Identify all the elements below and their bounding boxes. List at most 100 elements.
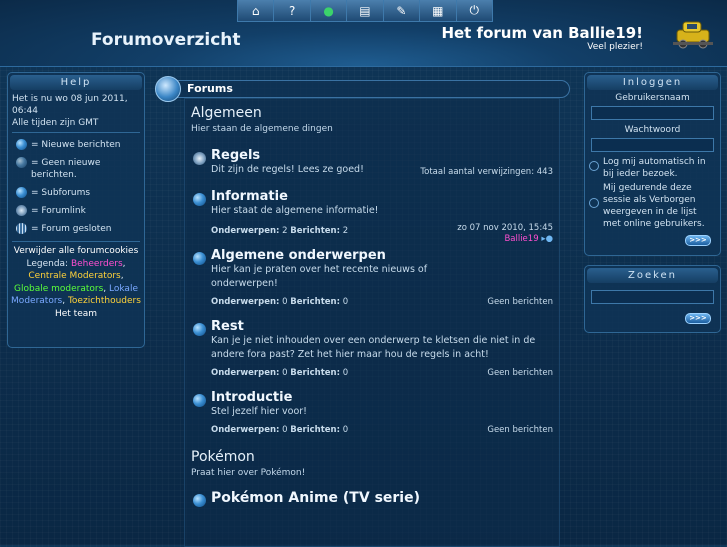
no-new-posts-icon	[16, 157, 27, 168]
profile-icon[interactable]: ▦	[420, 0, 457, 21]
group-global-mods[interactable]: Globale moderators	[14, 284, 103, 294]
last-post-none: Geen berichten	[487, 368, 553, 378]
search-icon[interactable]: ✎	[383, 0, 421, 21]
top-navbar: ⌂ ? ● ▤ ✎ ▦ ⏻	[237, 0, 493, 22]
posts-count: 2	[342, 226, 349, 236]
password-label: Wachtwoord	[624, 125, 681, 135]
topics-label: Onderwerpen:	[211, 425, 280, 435]
login-panel: Inloggen Gebruikersnaam Wachtwoord Log m…	[584, 72, 721, 256]
username-label: Gebruikersnaam	[615, 93, 690, 103]
page-title: Forumoverzicht	[91, 30, 241, 50]
help-panel: Help Het is nu wo 08 jun 2011, 06:44 All…	[7, 72, 145, 348]
subforums-icon	[193, 494, 206, 507]
posts-label: Berichten:	[290, 297, 340, 307]
forum-row: Regels Dit zijn de regels! Lees ze goed!…	[185, 148, 559, 177]
last-post-author[interactable]: Ballie19	[504, 234, 538, 244]
forums-label: Forums	[187, 82, 233, 95]
redirect-count: Totaal aantal verwijzingen: 443	[420, 167, 553, 177]
divider	[12, 241, 140, 242]
topics-count: 0	[282, 425, 288, 435]
legend-label: = Forum gesloten	[31, 224, 112, 234]
category-desc: Hier staan de algemene dingen	[191, 124, 333, 134]
search-input[interactable]	[591, 290, 714, 304]
no-new-posts-icon	[193, 394, 206, 407]
current-time: Het is nu wo 08 jun 2011, 06:44	[12, 94, 128, 116]
forum-list: Algemeen Hier staan de algemene dingen R…	[184, 98, 560, 547]
no-new-posts-icon	[193, 193, 206, 206]
group-central-mods[interactable]: Centrale Moderators	[28, 271, 120, 281]
topics-count: 0	[282, 297, 288, 307]
home-icon[interactable]: ⌂	[238, 0, 275, 21]
posts-label: Berichten:	[290, 425, 340, 435]
forum-title[interactable]: Pokémon Anime (TV serie)	[211, 490, 559, 506]
password-input[interactable]	[591, 138, 714, 152]
auto-login-label: Log mij automatisch in bij ieder bezoek.	[603, 157, 706, 179]
no-new-posts-icon	[193, 252, 206, 265]
group-admins[interactable]: Beheerders	[71, 259, 123, 269]
hide-online-label: Mij gedurende deze sessie als Verborgen …	[603, 183, 705, 229]
hide-online-row: Mij gedurende deze sessie als Verborgen …	[585, 181, 720, 231]
header: ⌂ ? ● ▤ ✎ ▦ ⏻ Forumoverzicht Het forum v…	[0, 0, 727, 67]
topics-count: 2	[282, 226, 288, 236]
legend-subforums: = Subforums	[8, 184, 144, 202]
category-title[interactable]: Algemeen	[191, 105, 559, 121]
hide-online-checkbox[interactable]	[589, 198, 599, 208]
delete-cookies-link[interactable]: Verwijder alle forumcookies	[8, 245, 144, 258]
login-button[interactable]: >>>	[685, 235, 711, 246]
view-latest-post-icon[interactable]: ▸●	[541, 234, 553, 244]
group-supervisors[interactable]: Toezichthouders	[68, 296, 141, 306]
forum-desc: Kan je je niet inhouden over een onderwe…	[211, 335, 536, 360]
auto-login-row: Log mij automatisch in bij ieder bezoek.	[585, 155, 720, 181]
forumlink-icon	[16, 205, 27, 216]
category-title[interactable]: Pokémon	[191, 449, 559, 465]
auto-login-checkbox[interactable]	[589, 161, 599, 171]
forums-section-header: Forums	[155, 76, 570, 102]
legend-forum-locked: = Forum gesloten	[8, 220, 144, 238]
forum-title[interactable]: Introductie	[211, 390, 559, 405]
site-logo-icon[interactable]	[671, 16, 715, 50]
posts-count: 0	[342, 297, 349, 307]
forum-row: Pokémon Anime (TV serie)	[185, 490, 559, 507]
last-post-user[interactable]: Ballie19 ▸●	[504, 234, 553, 244]
help-title: Help	[10, 75, 142, 90]
posts-label: Berichten:	[290, 226, 340, 236]
search-title: Zoeken	[587, 268, 718, 283]
forums-icon	[155, 76, 181, 102]
forum-title[interactable]: Algemene onderwerpen	[211, 248, 559, 263]
team-link[interactable]: Het team	[8, 308, 144, 321]
lock-icon	[16, 223, 27, 234]
topics-label: Onderwerpen:	[211, 297, 280, 307]
legend-label: = Forumlink	[31, 206, 86, 216]
site-title[interactable]: Het forum van Ballie19!	[441, 24, 643, 42]
search-button[interactable]: >>>	[685, 313, 711, 324]
login-title: Inloggen	[587, 75, 718, 90]
legend-label: = Subforums	[31, 188, 91, 198]
globe-icon[interactable]: ●	[310, 0, 348, 21]
forum-title[interactable]: Regels	[211, 148, 559, 163]
username-input[interactable]	[591, 106, 714, 120]
forum-desc: Stel jezelf hier voor!	[211, 406, 307, 417]
posts-count: 0	[342, 425, 349, 435]
site-description: Veel plezier!	[587, 42, 643, 52]
legend-no-new-posts: = Geen nieuwe berichten.	[8, 154, 144, 184]
legend-label: = Geen nieuwe berichten.	[31, 158, 101, 180]
forum-row: Informatie Hier staat de algemene inform…	[185, 189, 559, 244]
new-posts-icon	[16, 139, 27, 150]
category-desc: Praat hier over Pokémon!	[191, 468, 306, 478]
divider	[12, 132, 140, 133]
posts-count: 0	[342, 368, 349, 378]
posts-label: Berichten:	[290, 368, 340, 378]
topics-label: Onderwerpen:	[211, 226, 280, 236]
last-post-date: zo 07 nov 2010, 15:45	[457, 223, 553, 233]
help-icon[interactable]: ?	[274, 0, 311, 21]
members-icon[interactable]: ▤	[347, 0, 384, 21]
legend-forumlink: = Forumlink	[8, 202, 144, 220]
forum-title[interactable]: Rest	[211, 319, 559, 334]
legend-label: = Nieuwe berichten	[31, 140, 121, 150]
search-panel: Zoeken >>>	[584, 265, 721, 333]
forum-title[interactable]: Informatie	[211, 189, 559, 204]
power-icon[interactable]: ⏻	[456, 0, 492, 21]
forum-row: Rest Kan je je niet inhouden over een on…	[185, 319, 559, 378]
topics-count: 0	[282, 368, 288, 378]
last-post-none: Geen berichten	[487, 297, 553, 307]
